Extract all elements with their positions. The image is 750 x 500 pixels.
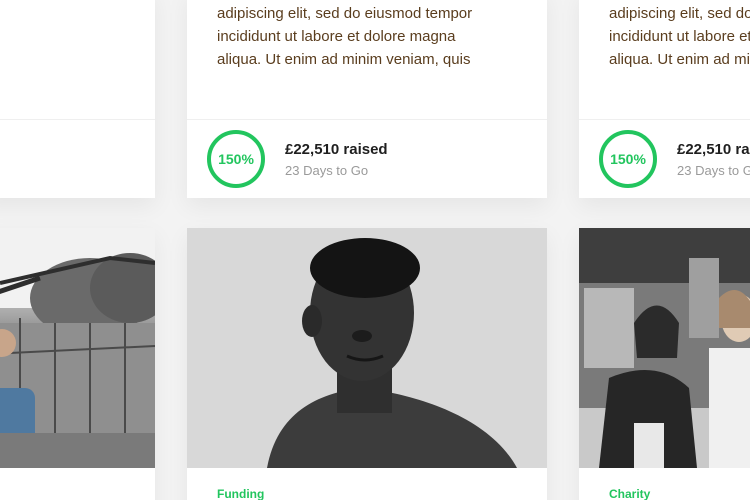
days-remaining: 23 Days to Go: [677, 163, 750, 178]
campaigns-grid: adipiscing elit, sed do eiusmod tempor i…: [0, 0, 750, 500]
photo-illustration: [0, 228, 155, 468]
campaign-card-middle[interactable]: adipiscing elit, sed do eiusmod tempor i…: [187, 0, 547, 198]
campaign-card-right[interactable]: adipiscing elit, sed do eiusmod tempor i…: [579, 0, 750, 198]
campaign-card-charity[interactable]: Charity: [579, 228, 750, 500]
campaign-card-funding[interactable]: Funding: [187, 228, 547, 500]
campaign-card-bottom-left[interactable]: [0, 228, 155, 500]
campaign-card-left[interactable]: [0, 0, 155, 198]
progress-ring: 150%: [207, 130, 265, 188]
portrait-illustration: [187, 228, 547, 468]
campaign-excerpt: adipiscing elit, sed do eiusmod tempor i…: [217, 5, 473, 68]
outdoor-enclosure-photo[interactable]: [0, 228, 155, 468]
card-divider: [0, 119, 155, 120]
category-tag[interactable]: Charity: [609, 487, 650, 500]
kitchen-photo[interactable]: [579, 228, 750, 468]
card-divider: [187, 119, 547, 120]
days-remaining: 23 Days to Go: [285, 163, 369, 178]
kitchen-illustration: [579, 228, 750, 468]
raised-amount: £22,510 raised: [285, 141, 388, 158]
campaign-excerpt: adipiscing elit, sed do eiusmod tempor i…: [609, 5, 750, 68]
progress-ring: 150%: [599, 130, 657, 188]
portrait-photo[interactable]: [187, 228, 547, 468]
raised-amount: £22,510 raised: [677, 141, 750, 158]
card-divider: [579, 119, 750, 120]
category-tag[interactable]: Funding: [217, 487, 264, 500]
